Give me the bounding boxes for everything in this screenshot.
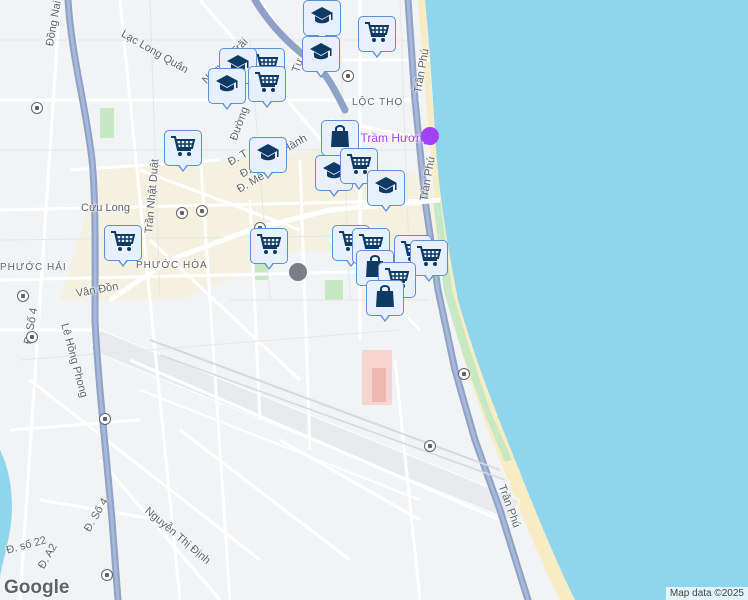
graduation-cap-marker[interactable] [208,68,246,112]
shopping-cart-icon [110,229,136,258]
bus-stop-icon[interactable] [176,207,188,219]
shopping-cart-icon [416,244,442,273]
graduation-cap-marker[interactable] [302,36,340,80]
bus-stop-icon[interactable] [458,368,470,380]
label-phuoc-hai: PHƯỚC HẢI [0,262,67,273]
graduation-cap-icon [215,73,239,100]
bus-stop-icon[interactable] [17,290,29,302]
label-phuoc-hoa: PHƯỚC HÒA [136,260,208,271]
graduation-cap-icon [309,41,333,68]
school-poi-icon[interactable] [289,263,307,281]
bus-stop-icon[interactable] [99,413,111,425]
bus-stop-icon[interactable] [342,70,354,82]
shopping-cart-icon [170,134,196,163]
graduation-cap-icon [310,5,334,32]
graduation-cap-icon [256,142,280,169]
shopping-bag-icon [374,284,396,313]
graduation-cap-icon [374,175,398,202]
bus-stop-icon[interactable] [31,102,43,114]
map-canvas[interactable]: Đồng NaiNguyễn TrãiLạc Long QuânTựĐườngL… [0,0,748,600]
graduation-cap-marker[interactable] [367,170,405,214]
shopping-cart-marker[interactable] [164,130,202,174]
shopping-cart-icon [254,70,280,99]
camera-poi-icon[interactable] [421,127,439,145]
label-cuu-long: Cửu Long [81,202,130,214]
bus-stop-icon[interactable] [424,440,436,452]
shopping-cart-marker[interactable] [248,66,286,110]
shopping-cart-marker[interactable] [250,228,288,272]
bus-stop-icon[interactable] [196,205,208,217]
bus-stop-icon[interactable] [26,331,38,343]
map-attribution[interactable]: Map data ©2025 [665,587,748,600]
graduation-cap-marker[interactable] [249,137,287,181]
shopping-cart-icon [256,232,282,261]
google-logo: Google [4,577,70,598]
bus-stop-icon[interactable] [101,569,113,581]
shopping-cart-marker[interactable] [104,225,142,269]
shopping-cart-icon [364,20,390,49]
shopping-cart-marker[interactable] [358,16,396,60]
label-loc-tho: LỘC THỌ [352,97,404,108]
shopping-bag-marker[interactable] [366,280,404,324]
